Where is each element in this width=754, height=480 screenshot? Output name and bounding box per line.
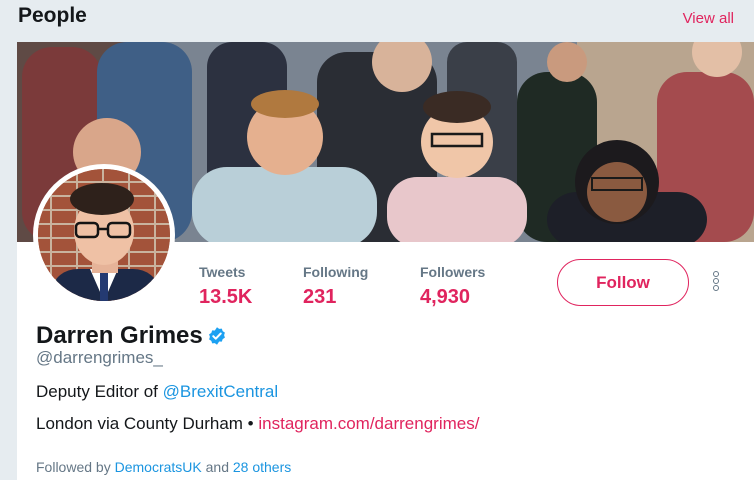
followed-by-middle: and — [201, 459, 233, 475]
people-header-bar: People View all — [0, 0, 754, 42]
stat-following[interactable]: Following 231 — [303, 264, 368, 309]
profile-name-row: Darren Grimes — [36, 322, 227, 350]
view-all-link[interactable]: View all — [683, 10, 734, 27]
bio-website-link[interactable]: instagram.com/darrengrimes/ — [258, 414, 479, 433]
more-vertical-icon[interactable] — [707, 270, 725, 298]
profile-handle: @darrengrimes_ — [36, 348, 163, 367]
verified-badge-icon — [208, 327, 225, 345]
section-title: People — [18, 4, 87, 27]
followed-by-user-link[interactable]: DemocratsUK — [115, 459, 202, 475]
profile-name[interactable]: Darren Grimes — [36, 322, 203, 350]
bio-location: London via County Durham • — [36, 414, 259, 433]
followed-by-others-link[interactable]: 28 others — [233, 459, 291, 475]
bio-text: Deputy Editor of — [36, 382, 163, 401]
stat-tweets[interactable]: Tweets 13.5K — [199, 264, 252, 309]
stat-label: Following — [303, 264, 369, 280]
follow-button[interactable]: Follow — [557, 259, 689, 306]
stat-label: Tweets — [199, 264, 246, 280]
stat-value: 13.5K — [199, 286, 253, 308]
stat-value: 4,930 — [420, 286, 471, 308]
profile-card: People View all Tweets 13.5K Following 2… — [0, 0, 754, 480]
bio-line-2: London via County Durham • instagram.com… — [36, 414, 479, 434]
stat-label: Followers — [420, 264, 486, 280]
followed-by-prefix: Followed by — [36, 459, 115, 475]
followed-by: Followed by DemocratsUK and 28 others — [36, 459, 291, 475]
stat-value: 231 — [303, 286, 337, 308]
bio-mention-link[interactable]: @BrexitCentral — [163, 382, 279, 401]
stat-followers[interactable]: Followers 4,930 — [420, 264, 485, 309]
bio-line-1: Deputy Editor of @BrexitCentral — [36, 382, 278, 402]
